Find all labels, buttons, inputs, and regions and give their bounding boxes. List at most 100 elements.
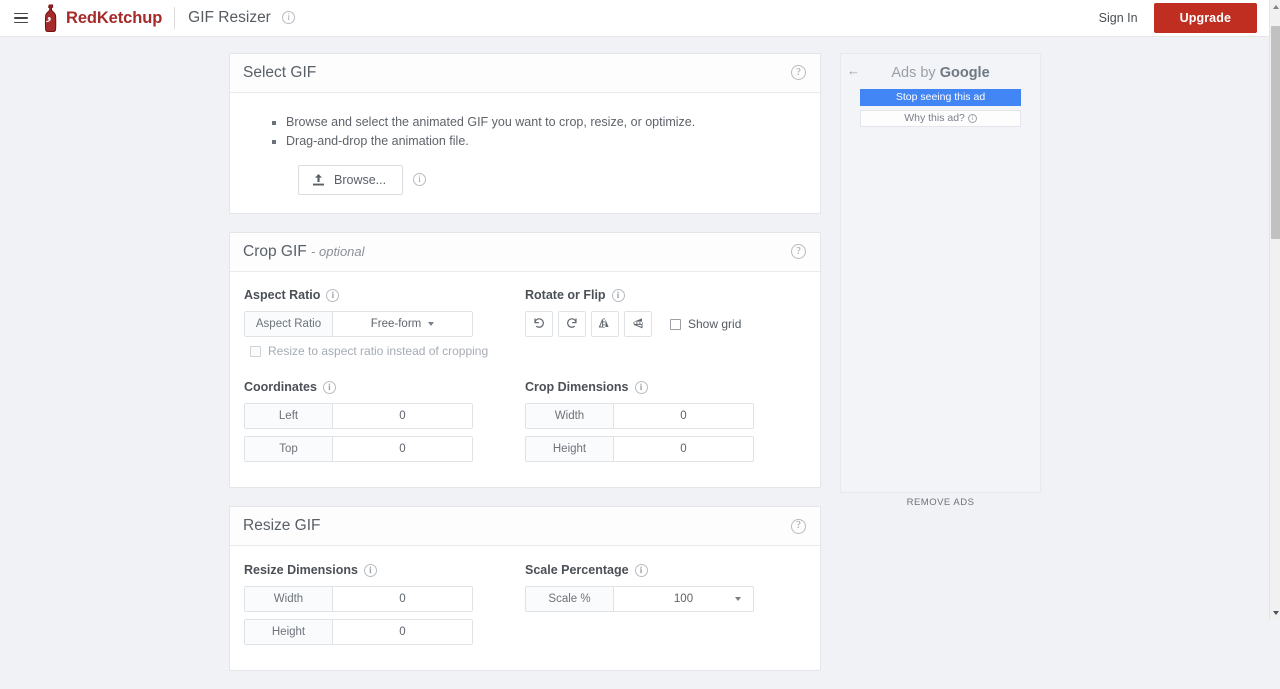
stop-seeing-ad-button[interactable]: Stop seeing this ad xyxy=(860,89,1021,106)
crop-height-input-group[interactable]: Height 0 xyxy=(525,436,754,462)
hamburger-menu-icon[interactable] xyxy=(4,0,38,37)
rotate-left-icon xyxy=(532,316,546,333)
select-gif-card: Select GIF ? Browse and select the anima… xyxy=(229,53,821,214)
crop-gif-title-text: Crop GIF xyxy=(243,243,307,260)
show-grid-checkbox[interactable] xyxy=(670,319,681,330)
crop-dimensions-label-row: Crop Dimensions i xyxy=(525,380,806,394)
help-glyph: ? xyxy=(791,65,806,80)
scale-percentage-group: Scale Percentage i Scale % 100 xyxy=(525,562,806,651)
info-glyph: i xyxy=(413,173,426,186)
info-glyph: i xyxy=(612,289,625,302)
upgrade-button[interactable]: Upgrade xyxy=(1154,3,1257,33)
rotate-flip-label-row: Rotate or Flip i xyxy=(525,288,806,302)
crop-dimensions-group: Crop Dimensions i Width 0 Height 0 xyxy=(525,380,806,469)
info-circle-icon[interactable]: i xyxy=(612,288,625,302)
resize-to-aspect-checkbox-row[interactable]: Resize to aspect ratio instead of croppi… xyxy=(250,344,497,358)
crop-gif-title: Crop GIF - optional xyxy=(243,243,365,261)
crop-left-input[interactable]: 0 xyxy=(333,404,472,428)
scale-percentage-select[interactable]: 100 xyxy=(614,587,753,611)
help-circle-icon[interactable]: ? xyxy=(791,517,806,535)
crop-top-addon-label: Top xyxy=(245,437,333,461)
resize-dimensions-group: Resize Dimensions i Width 0 Height 0 xyxy=(244,562,525,651)
page-title: GIF Resizer i xyxy=(188,9,295,27)
rotate-left-button[interactable] xyxy=(525,311,553,337)
help-circle-icon[interactable]: ? xyxy=(791,243,806,261)
ads-by-text: Ads by xyxy=(891,65,939,81)
resize-width-input[interactable]: 0 xyxy=(333,587,472,611)
brand-logo-link[interactable]: RedKetchup xyxy=(42,4,162,32)
chevron-down-icon xyxy=(735,597,741,601)
info-circle-icon[interactable]: i xyxy=(635,562,648,576)
scale-percentage-addon-label: Scale % xyxy=(526,587,614,611)
info-circle-icon[interactable]: i xyxy=(635,380,648,394)
coordinates-group: Coordinates i Left 0 Top 0 xyxy=(244,380,525,469)
crop-height-input[interactable]: 0 xyxy=(614,437,753,461)
info-circle-icon[interactable]: i xyxy=(326,288,339,302)
flip-horizontal-button[interactable] xyxy=(591,311,619,337)
crop-width-input[interactable]: 0 xyxy=(614,404,753,428)
crop-height-addon-label: Height xyxy=(526,437,614,461)
aspect-ratio-select[interactable]: Free-form xyxy=(333,312,472,336)
browse-button-label: Browse... xyxy=(334,173,386,187)
resize-dimensions-label: Resize Dimensions xyxy=(244,563,358,577)
browse-button[interactable]: Browse... xyxy=(298,165,403,195)
crop-top-input-group[interactable]: Top 0 xyxy=(244,436,473,462)
resize-width-addon-label: Width xyxy=(245,587,333,611)
help-glyph: ? xyxy=(791,519,806,534)
hamburger-line xyxy=(14,17,28,19)
main-content-column: Select GIF ? Browse and select the anima… xyxy=(229,53,821,689)
flip-vertical-button[interactable] xyxy=(624,311,652,337)
upload-icon xyxy=(312,173,325,187)
aspect-ratio-group: Aspect Ratio i Aspect Ratio Free-form xyxy=(244,288,525,358)
back-arrow-icon[interactable]: ← xyxy=(847,64,860,77)
rotate-right-icon xyxy=(565,316,579,333)
select-gif-card-body: Browse and select the animated GIF you w… xyxy=(230,93,820,213)
help-circle-icon[interactable]: ? xyxy=(791,64,806,82)
show-grid-checkbox-row[interactable]: Show grid xyxy=(670,317,741,331)
resize-height-input[interactable]: 0 xyxy=(333,620,472,644)
scroll-up-arrow-icon[interactable] xyxy=(1270,1,1280,13)
resize-width-input-group[interactable]: Width 0 xyxy=(244,586,473,612)
page-scroll-container: Select GIF ? Browse and select the anima… xyxy=(0,37,1269,620)
show-grid-label: Show grid xyxy=(688,317,741,331)
resize-to-aspect-label: Resize to aspect ratio instead of croppi… xyxy=(268,344,488,358)
crop-gif-optional-label: - optional xyxy=(311,244,364,259)
info-circle-icon[interactable]: i xyxy=(282,11,295,24)
remove-ads-link[interactable]: REMOVE ADS xyxy=(840,497,1041,508)
resize-to-aspect-checkbox[interactable] xyxy=(250,346,261,357)
crop-width-addon-label: Width xyxy=(526,404,614,428)
crop-gif-card: Crop GIF - optional ? Aspect Ratio i xyxy=(229,232,821,488)
info-circle-icon[interactable]: i xyxy=(323,380,336,394)
crop-top-row: Aspect Ratio i Aspect Ratio Free-form xyxy=(244,288,806,358)
scale-percentage-select-group[interactable]: Scale % 100 xyxy=(525,586,754,612)
scrollbar-thumb[interactable] xyxy=(1271,26,1280,239)
resize-gif-card-header: Resize GIF ? xyxy=(230,507,820,546)
crop-top-input[interactable]: 0 xyxy=(333,437,472,461)
info-glyph: i xyxy=(326,289,339,302)
aspect-ratio-select-group[interactable]: Aspect Ratio Free-form xyxy=(244,311,473,337)
crop-gif-card-header: Crop GIF - optional ? xyxy=(230,233,820,272)
vertical-scrollbar[interactable] xyxy=(1269,0,1280,620)
resize-gif-card-body: Resize Dimensions i Width 0 Height 0 xyxy=(230,546,820,669)
aspect-ratio-addon-label: Aspect Ratio xyxy=(245,312,333,336)
help-glyph: ? xyxy=(791,244,806,259)
why-this-ad-button[interactable]: Why this ad? i xyxy=(860,110,1021,127)
info-circle-icon[interactable]: i xyxy=(413,171,426,189)
list-item: Browse and select the animated GIF you w… xyxy=(284,113,806,132)
hamburger-line xyxy=(14,22,28,24)
browse-row: Browse... i xyxy=(298,165,806,195)
crop-gif-card-body: Aspect Ratio i Aspect Ratio Free-form xyxy=(230,272,820,487)
scroll-down-arrow-icon[interactable] xyxy=(1270,607,1280,619)
rotate-right-button[interactable] xyxy=(558,311,586,337)
crop-left-input-group[interactable]: Left 0 xyxy=(244,403,473,429)
why-this-ad-label: Why this ad? xyxy=(904,112,965,124)
coordinates-label: Coordinates xyxy=(244,380,317,394)
resize-gif-title: Resize GIF xyxy=(243,517,321,535)
scale-percentage-label-row: Scale Percentage i xyxy=(525,562,806,576)
crop-width-input-group[interactable]: Width 0 xyxy=(525,403,754,429)
sign-in-link[interactable]: Sign In xyxy=(1099,11,1138,25)
crop-left-addon-label: Left xyxy=(245,404,333,428)
flip-vertical-icon xyxy=(631,316,645,333)
resize-height-input-group[interactable]: Height 0 xyxy=(244,619,473,645)
info-circle-icon[interactable]: i xyxy=(364,562,377,576)
